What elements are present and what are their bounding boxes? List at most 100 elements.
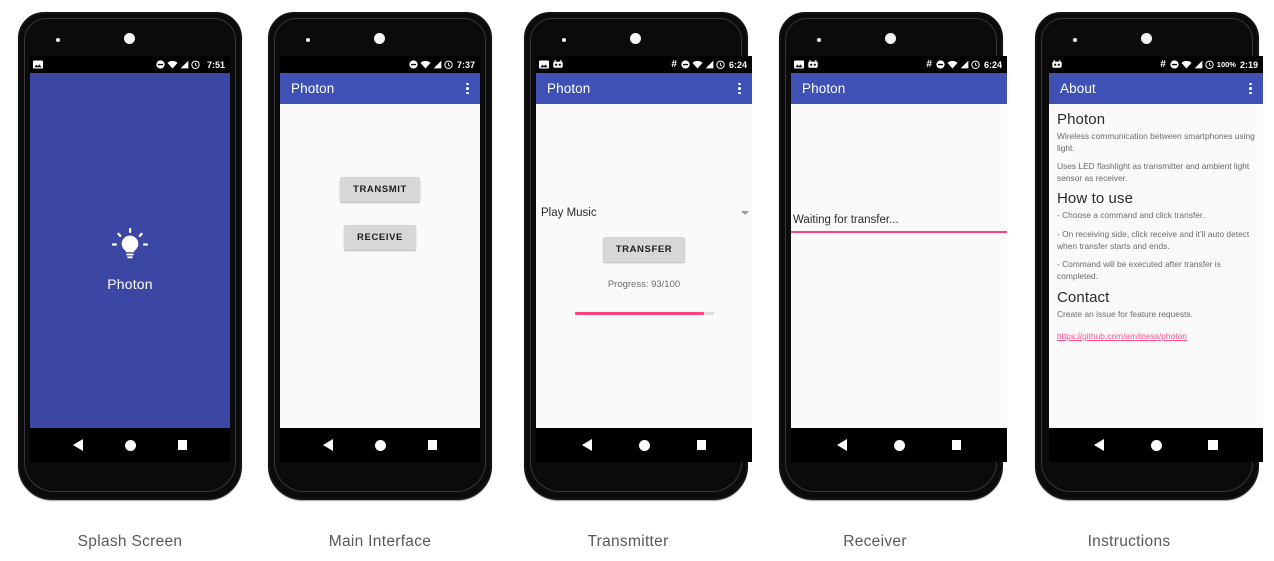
screen-transmitter: # 6:24 Photon Play Music TRANSFER Progre… — [536, 56, 752, 428]
about-paragraph-2: Uses LED flashlight as transmitter and a… — [1057, 161, 1250, 183]
screen-receiver: # 6:24 Photon Waiting for transfer... — [791, 56, 1007, 428]
screen-about: # 100% 2:19 About Photon Wireless commun… — [1049, 56, 1263, 428]
app-bar: Photon — [791, 73, 1007, 104]
about-contact-text: Create an issue for feature requests. — [1057, 309, 1193, 320]
home-circle-icon[interactable] — [638, 439, 650, 451]
phone-receiver: # 6:24 Photon Waiting for transfer... Re… — [779, 12, 1007, 550]
cell-signal-icon — [960, 60, 969, 69]
splash-app-name: Photon — [107, 276, 153, 292]
cell-signal-icon — [433, 60, 442, 69]
cell-signal-icon — [180, 60, 189, 69]
proximity-sensor — [306, 38, 310, 42]
wifi-icon — [692, 60, 703, 69]
about-heading-contact: Contact — [1057, 289, 1110, 307]
status-bar-right: # 100% 2:19 — [1160, 59, 1260, 70]
phone-main-interface: 7:37 Photon TRANSMIT RECEIVE Main Interf… — [268, 12, 492, 550]
button-stack: TRANSMIT RECEIVE — [280, 104, 480, 428]
overflow-menu-icon[interactable] — [463, 81, 472, 97]
do-not-disturb-icon — [936, 60, 945, 69]
about-github-link[interactable]: https://github.com/amitness/photon — [1057, 331, 1187, 341]
wifi-icon — [1181, 60, 1192, 69]
caption-splash-screen: Splash Screen — [77, 533, 183, 550]
alarm-clock-icon — [191, 60, 200, 69]
status-bar: 7:37 — [280, 56, 480, 73]
status-time: 2:19 — [1239, 59, 1258, 70]
recents-square-icon[interactable] — [696, 440, 707, 450]
progress-bar — [574, 312, 714, 315]
recents-square-icon[interactable] — [1208, 440, 1218, 450]
status-time: 6:24 — [983, 59, 1002, 70]
command-spinner[interactable]: Play Music — [536, 207, 752, 219]
android-nav-bar — [280, 428, 480, 462]
alarm-clock-icon — [1205, 60, 1214, 69]
about-howto-2: - On receiving side, click receive and i… — [1057, 228, 1250, 251]
phone-transmitter: # 6:24 Photon Play Music TRANSFER Progre… — [524, 12, 752, 550]
wifi-icon — [947, 60, 958, 69]
status-bar: # 6:24 — [536, 56, 752, 73]
back-triangle-icon[interactable] — [1094, 439, 1105, 451]
receiver-content: Waiting for transfer... — [791, 104, 1007, 428]
transfer-button[interactable]: TRANSFER — [602, 237, 686, 262]
status-bar-right: 7:51 — [156, 60, 227, 70]
image-icon — [33, 60, 43, 69]
transmit-button[interactable]: TRANSMIT — [340, 177, 420, 202]
recents-square-icon[interactable] — [427, 440, 438, 450]
battery-percent: 100% — [1216, 60, 1236, 69]
hash-icon: # — [671, 59, 677, 70]
phone-splash-screen: 7:51 Photon Splash Screen — [18, 12, 242, 550]
proximity-sensor — [562, 38, 566, 42]
phone-instructions: # 100% 2:19 About Photon Wireless commun… — [1035, 12, 1263, 550]
app-bar: About — [1049, 73, 1263, 104]
home-circle-icon[interactable] — [124, 439, 136, 451]
status-bar: # 6:24 — [791, 56, 1007, 73]
caption-instructions: Instructions — [1087, 533, 1171, 550]
chevron-down-icon — [741, 211, 749, 215]
status-bar: 7:51 — [30, 56, 230, 73]
hash-icon: # — [1160, 59, 1166, 70]
home-circle-icon[interactable] — [374, 439, 386, 451]
back-triangle-icon[interactable] — [322, 439, 333, 451]
recents-square-icon[interactable] — [177, 440, 188, 450]
status-time: 6:24 — [728, 59, 747, 70]
progress-label: Progress: 93/100 — [607, 279, 681, 290]
status-bar-left — [539, 60, 563, 69]
status-bar: # 100% 2:19 — [1049, 56, 1263, 73]
app-bar-title: Photon — [547, 81, 591, 96]
transmitter-content: Play Music TRANSFER Progress: 93/100 — [536, 104, 752, 428]
back-triangle-icon[interactable] — [72, 439, 83, 451]
cell-signal-icon — [1194, 60, 1203, 69]
receive-button[interactable]: RECEIVE — [344, 225, 416, 250]
screen-main-interface: 7:37 Photon TRANSMIT RECEIVE — [280, 56, 480, 428]
alarm-clock-icon — [971, 60, 980, 69]
caption-receiver: Receiver — [843, 533, 907, 550]
do-not-disturb-icon — [681, 60, 690, 69]
recents-square-icon[interactable] — [951, 440, 962, 450]
front-camera — [374, 33, 385, 44]
lightbulb-icon — [112, 228, 148, 259]
status-bar-right: # 6:24 — [671, 59, 749, 70]
front-camera — [124, 33, 135, 44]
app-bar: Photon — [536, 73, 752, 104]
overflow-menu-icon[interactable] — [1246, 81, 1255, 97]
android-nav-bar — [791, 428, 1007, 462]
do-not-disturb-icon — [1170, 60, 1179, 69]
about-scroll-area: Photon Wireless communication between sm… — [1049, 104, 1263, 428]
status-bar-left — [33, 60, 43, 69]
status-bar-right: # 6:24 — [926, 59, 1004, 70]
proximity-sensor — [817, 38, 821, 42]
home-circle-icon[interactable] — [1150, 439, 1162, 451]
android-debug-icon — [808, 60, 818, 68]
caption-main-interface: Main Interface — [328, 533, 432, 550]
back-triangle-icon[interactable] — [836, 439, 847, 451]
back-triangle-icon[interactable] — [581, 439, 592, 451]
screenshot-stage: 7:51 Photon Splash Screen 7:37 Photon TR… — [0, 0, 1274, 561]
splash-content: Photon — [30, 73, 230, 428]
home-circle-icon[interactable] — [893, 439, 905, 451]
status-time: 7:37 — [456, 59, 475, 70]
alarm-clock-icon — [444, 60, 453, 69]
caption-transmitter: Transmitter — [587, 533, 669, 550]
app-bar-title: Photon — [291, 81, 335, 96]
do-not-disturb-icon — [409, 60, 418, 69]
app-bar: Photon — [280, 73, 480, 104]
overflow-menu-icon[interactable] — [735, 81, 744, 97]
